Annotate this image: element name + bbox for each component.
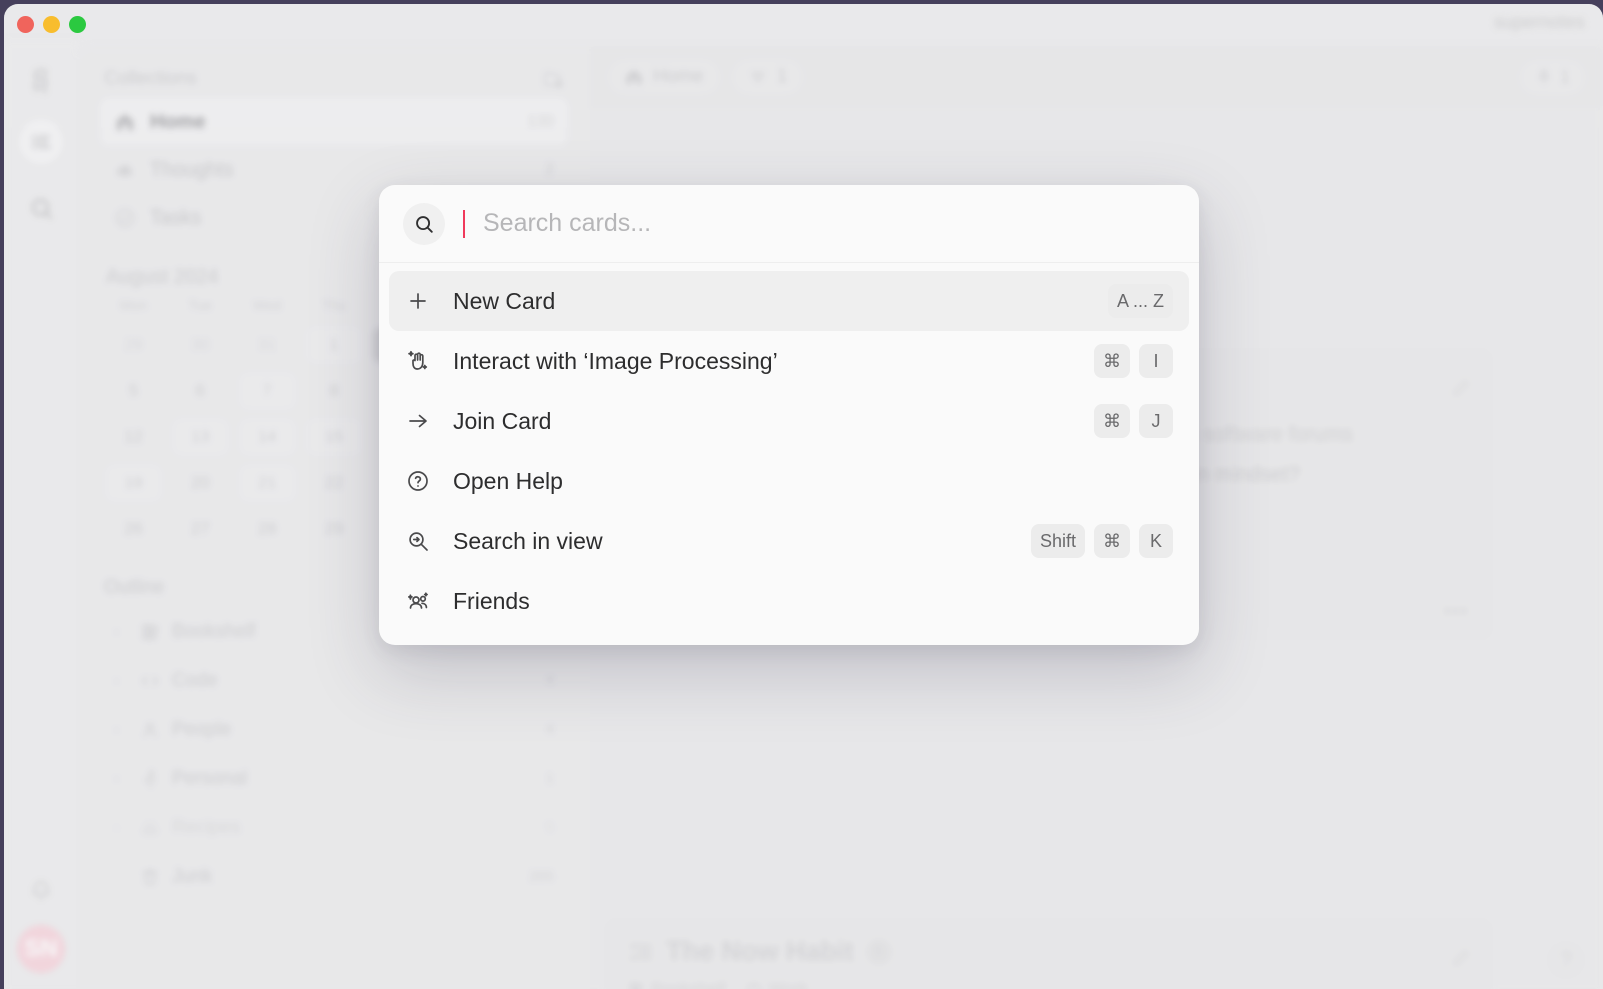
palette-search-row[interactable]: Search cards... xyxy=(379,185,1199,263)
minimize-button[interactable] xyxy=(43,16,60,33)
command-palette: Search cards... New Card A ... Z Interact … xyxy=(379,185,1199,645)
plus-icon xyxy=(405,289,431,313)
people-icon xyxy=(405,589,431,613)
palette-item-label: Open Help xyxy=(453,467,563,494)
shortcut-keys: A ... Z xyxy=(1107,284,1173,318)
palette-item-label: Join Card xyxy=(453,407,552,434)
shortcut-key: I xyxy=(1139,344,1173,378)
shortcut-key: ⌘ xyxy=(1094,524,1130,558)
close-button[interactable] xyxy=(17,16,34,33)
search-icon xyxy=(403,202,445,245)
text-caret xyxy=(463,209,465,238)
shortcut-keys: ⌘ I xyxy=(1094,344,1173,378)
shortcut-key: Shift xyxy=(1030,524,1085,558)
shortcut-keys: Shift ⌘ K xyxy=(1030,524,1173,558)
shortcut-key: A ... Z xyxy=(1107,284,1173,318)
app-root: supernotes SN Collections Home 130 Thoug… xyxy=(0,0,1603,989)
question-circle-icon xyxy=(405,469,431,493)
search-input[interactable]: Search cards... xyxy=(483,209,651,238)
palette-item-interact-with-image-processing[interactable]: Interact with ‘Image Processing’ ⌘ I xyxy=(389,331,1189,391)
search-zoom-icon xyxy=(405,529,431,553)
arrow-right-icon xyxy=(405,409,431,433)
shortcut-key: ⌘ xyxy=(1094,404,1130,438)
palette-item-list: New Card A ... Z Interact with ‘Image Proc… xyxy=(379,263,1199,645)
palette-item-search-in-view[interactable]: Search in view Shift ⌘ K xyxy=(389,511,1189,571)
palette-item-join-card[interactable]: Join Card ⌘ J xyxy=(389,391,1189,451)
palette-item-open-help[interactable]: Open Help xyxy=(389,451,1189,511)
palette-item-label: Interact with ‘Image Processing’ xyxy=(453,347,778,374)
maximize-button[interactable] xyxy=(69,16,86,33)
shortcut-key: ⌘ xyxy=(1094,344,1130,378)
window-traffic-lights[interactable] xyxy=(17,16,86,33)
palette-item-label: Search in view xyxy=(453,527,603,554)
shortcut-key: K xyxy=(1139,524,1173,558)
palette-item-label: New Card xyxy=(453,287,556,314)
shortcut-keys: ⌘ J xyxy=(1094,404,1173,438)
palette-item-label: Friends xyxy=(453,587,530,614)
palette-item-friends[interactable]: Friends xyxy=(389,571,1189,631)
app-window: supernotes SN Collections Home 130 Thoug… xyxy=(4,4,1603,989)
shortcut-key: J xyxy=(1139,404,1173,438)
sparkle-hand-icon xyxy=(405,349,431,373)
palette-item-new-card[interactable]: New Card A ... Z xyxy=(389,271,1189,331)
